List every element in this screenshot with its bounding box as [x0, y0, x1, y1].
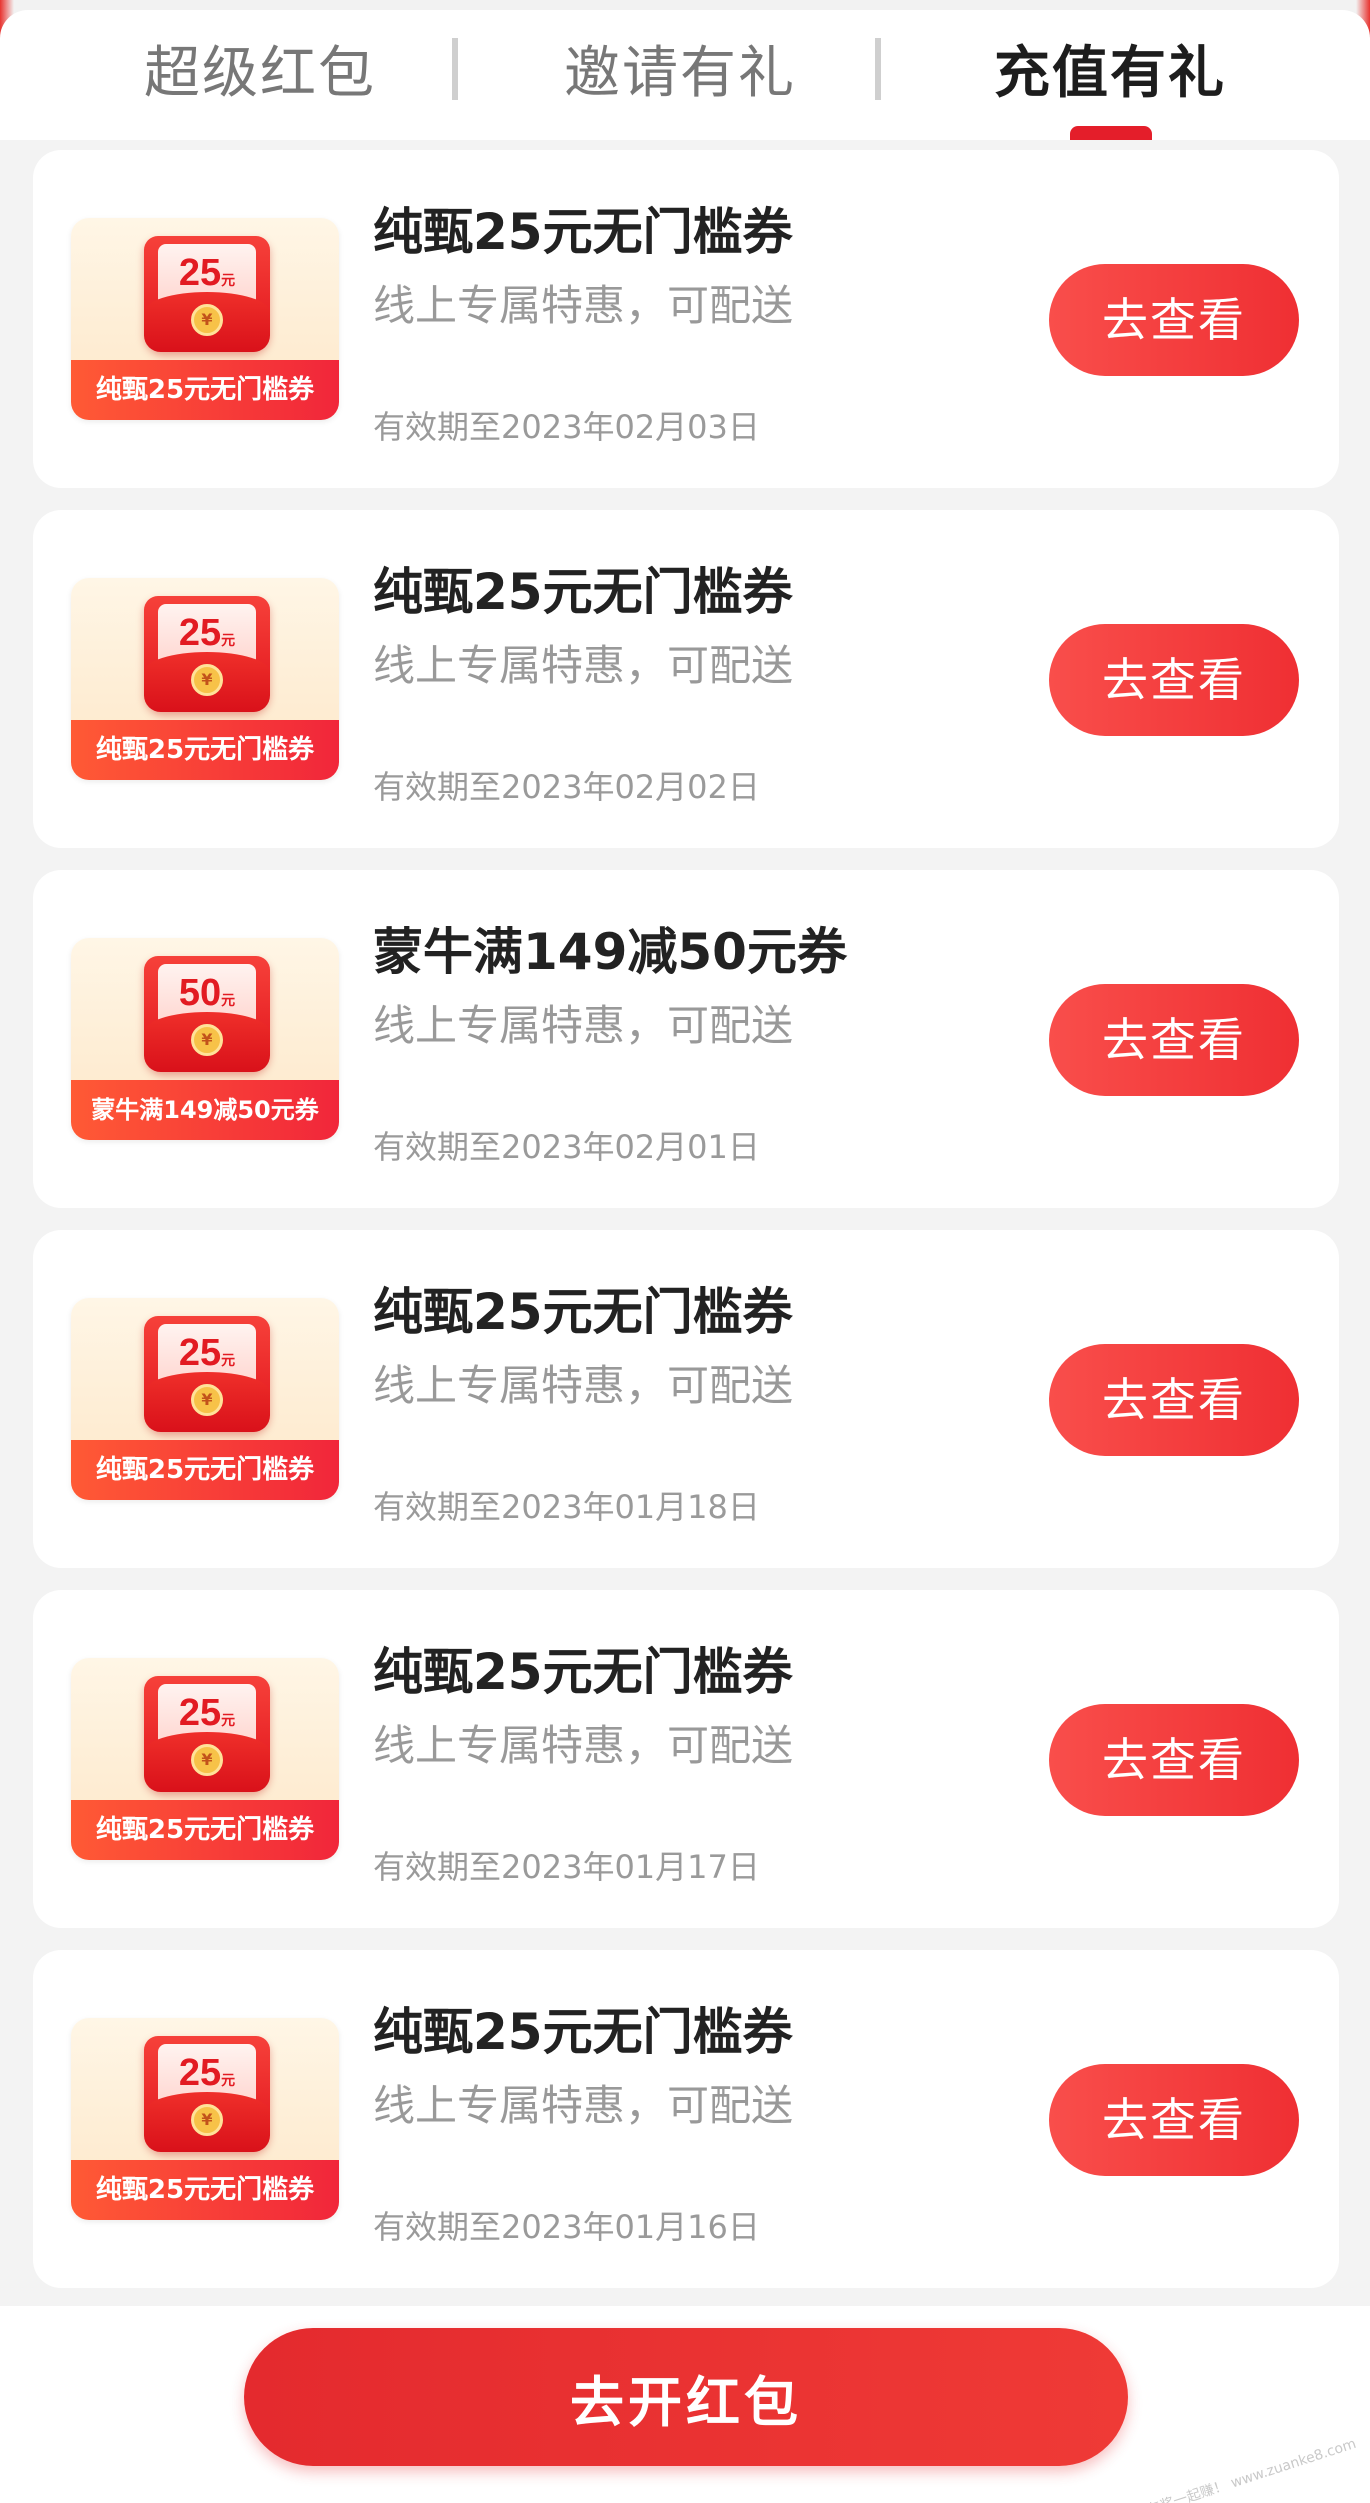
- tab-super-red-packet[interactable]: 超级红包: [110, 28, 410, 109]
- watermark: 赚客吧，有奖一起赚！ www.zuanke8.com: [1091, 2435, 1359, 2503]
- coupon-card: 50元 ¥ 蒙牛满149减50元券 蒙牛满149减50元券 线上专属特惠，可配送…: [33, 870, 1339, 1208]
- view-coupon-button[interactable]: 去查看: [1049, 264, 1299, 376]
- view-coupon-button[interactable]: 去查看: [1049, 2064, 1299, 2176]
- red-envelope-icon: 25元 ¥: [144, 1316, 270, 1432]
- coupon-thumbnail: 25元 ¥ 纯甄25元无门槛券: [71, 2018, 339, 2220]
- coupon-subtitle: 线上专属特惠，可配送: [373, 1721, 794, 1770]
- coupon-amount-unit: 元: [221, 2072, 236, 2088]
- coupon-card: 25元 ¥ 纯甄25元无门槛券 纯甄25元无门槛券 线上专属特惠，可配送 有效期…: [33, 510, 1339, 848]
- coin-icon: ¥: [191, 1024, 223, 1056]
- tab-bar: 超级红包 邀请有礼 充值有礼: [0, 10, 1370, 140]
- coupon-card: 25元 ¥ 纯甄25元无门槛券 纯甄25元无门槛券 线上专属特惠，可配送 有效期…: [33, 150, 1339, 488]
- coupon-amount: 25: [178, 2052, 222, 2094]
- view-coupon-button[interactable]: 去查看: [1049, 1704, 1299, 1816]
- coupon-title: 纯甄25元无门槛券: [373, 2003, 793, 2061]
- coupon-thumbnail-label: 纯甄25元无门槛券: [71, 1440, 339, 1500]
- view-coupon-button[interactable]: 去查看: [1049, 984, 1299, 1096]
- coupon-title: 纯甄25元无门槛券: [373, 563, 793, 621]
- coupon-amount-unit: 元: [221, 272, 236, 288]
- coupon-valid-date: 有效期至2023年01月17日: [373, 1848, 760, 1886]
- coupon-title: 纯甄25元无门槛券: [373, 1643, 793, 1701]
- coupon-valid-date: 有效期至2023年01月18日: [373, 1488, 760, 1526]
- red-envelope-icon: 25元 ¥: [144, 2036, 270, 2152]
- coupon-title: 纯甄25元无门槛券: [373, 203, 793, 261]
- coupon-thumbnail: 25元 ¥ 纯甄25元无门槛券: [71, 1298, 339, 1500]
- red-envelope-icon: 25元 ¥: [144, 236, 270, 352]
- coupon-card: 25元 ¥ 纯甄25元无门槛券 纯甄25元无门槛券 线上专属特惠，可配送 有效期…: [33, 1590, 1339, 1928]
- coupon-subtitle: 线上专属特惠，可配送: [373, 2081, 794, 2130]
- coupon-thumbnail: 50元 ¥ 蒙牛满149减50元券: [71, 938, 339, 1140]
- active-tab-indicator: [1070, 126, 1152, 140]
- coupon-thumbnail: 25元 ¥ 纯甄25元无门槛券: [71, 1658, 339, 1860]
- coupon-amount-unit: 元: [221, 1352, 236, 1368]
- coupon-subtitle: 线上专属特惠，可配送: [373, 1361, 794, 1410]
- tab-separator: [875, 38, 881, 100]
- red-envelope-icon: 25元 ¥: [144, 596, 270, 712]
- red-envelope-icon: 50元 ¥: [144, 956, 270, 1072]
- coupon-amount: 25: [178, 252, 222, 294]
- coupon-valid-date: 有效期至2023年02月01日: [373, 1128, 760, 1166]
- coupon-thumbnail-label: 纯甄25元无门槛券: [71, 720, 339, 780]
- coin-icon: ¥: [191, 2104, 223, 2136]
- coupon-thumbnail-label: 纯甄25元无门槛券: [71, 360, 339, 420]
- coupon-amount-unit: 元: [221, 632, 236, 648]
- coupon-thumbnail: 25元 ¥ 纯甄25元无门槛券: [71, 218, 339, 420]
- coupon-subtitle: 线上专属特惠，可配送: [373, 1001, 794, 1050]
- coupon-amount: 25: [178, 1692, 222, 1734]
- coupon-amount-unit: 元: [221, 1712, 236, 1728]
- coupon-card: 25元 ¥ 纯甄25元无门槛券 纯甄25元无门槛券 线上专属特惠，可配送 有效期…: [33, 1230, 1339, 1568]
- coupon-subtitle: 线上专属特惠，可配送: [373, 641, 794, 690]
- coin-icon: ¥: [191, 664, 223, 696]
- red-envelope-icon: 25元 ¥: [144, 1676, 270, 1792]
- tab-recharge-gift[interactable]: 充值有礼: [960, 28, 1260, 109]
- coupon-thumbnail-label: 蒙牛满149减50元券: [71, 1080, 339, 1140]
- coupon-valid-date: 有效期至2023年01月16日: [373, 2208, 760, 2246]
- coupon-valid-date: 有效期至2023年02月03日: [373, 408, 760, 446]
- coupon-title: 蒙牛满149减50元券: [373, 923, 847, 981]
- coupon-valid-date: 有效期至2023年02月02日: [373, 768, 760, 806]
- coupon-title: 纯甄25元无门槛券: [373, 1283, 793, 1341]
- open-red-packet-button[interactable]: 去开红包: [244, 2328, 1128, 2466]
- bottom-action-bar: 去开红包 赚客吧，有奖一起赚！ www.zuanke8.com: [0, 2306, 1370, 2503]
- coupon-amount: 25: [178, 1332, 222, 1374]
- coupon-thumbnail-label: 纯甄25元无门槛券: [71, 2160, 339, 2220]
- view-coupon-button[interactable]: 去查看: [1049, 1344, 1299, 1456]
- coupon-card: 25元 ¥ 纯甄25元无门槛券 纯甄25元无门槛券 线上专属特惠，可配送 有效期…: [33, 1950, 1339, 2288]
- coupon-amount: 25: [178, 612, 222, 654]
- coin-icon: ¥: [191, 1384, 223, 1416]
- tab-separator: [452, 38, 458, 100]
- coin-icon: ¥: [191, 1744, 223, 1776]
- coin-icon: ¥: [191, 304, 223, 336]
- coupon-amount-unit: 元: [221, 992, 236, 1008]
- tab-invite-gift[interactable]: 邀请有礼: [530, 28, 830, 109]
- coupon-thumbnail-label: 纯甄25元无门槛券: [71, 1800, 339, 1860]
- coupon-thumbnail: 25元 ¥ 纯甄25元无门槛券: [71, 578, 339, 780]
- view-coupon-button[interactable]: 去查看: [1049, 624, 1299, 736]
- coupon-amount: 50: [178, 972, 222, 1014]
- coupon-subtitle: 线上专属特惠，可配送: [373, 281, 794, 330]
